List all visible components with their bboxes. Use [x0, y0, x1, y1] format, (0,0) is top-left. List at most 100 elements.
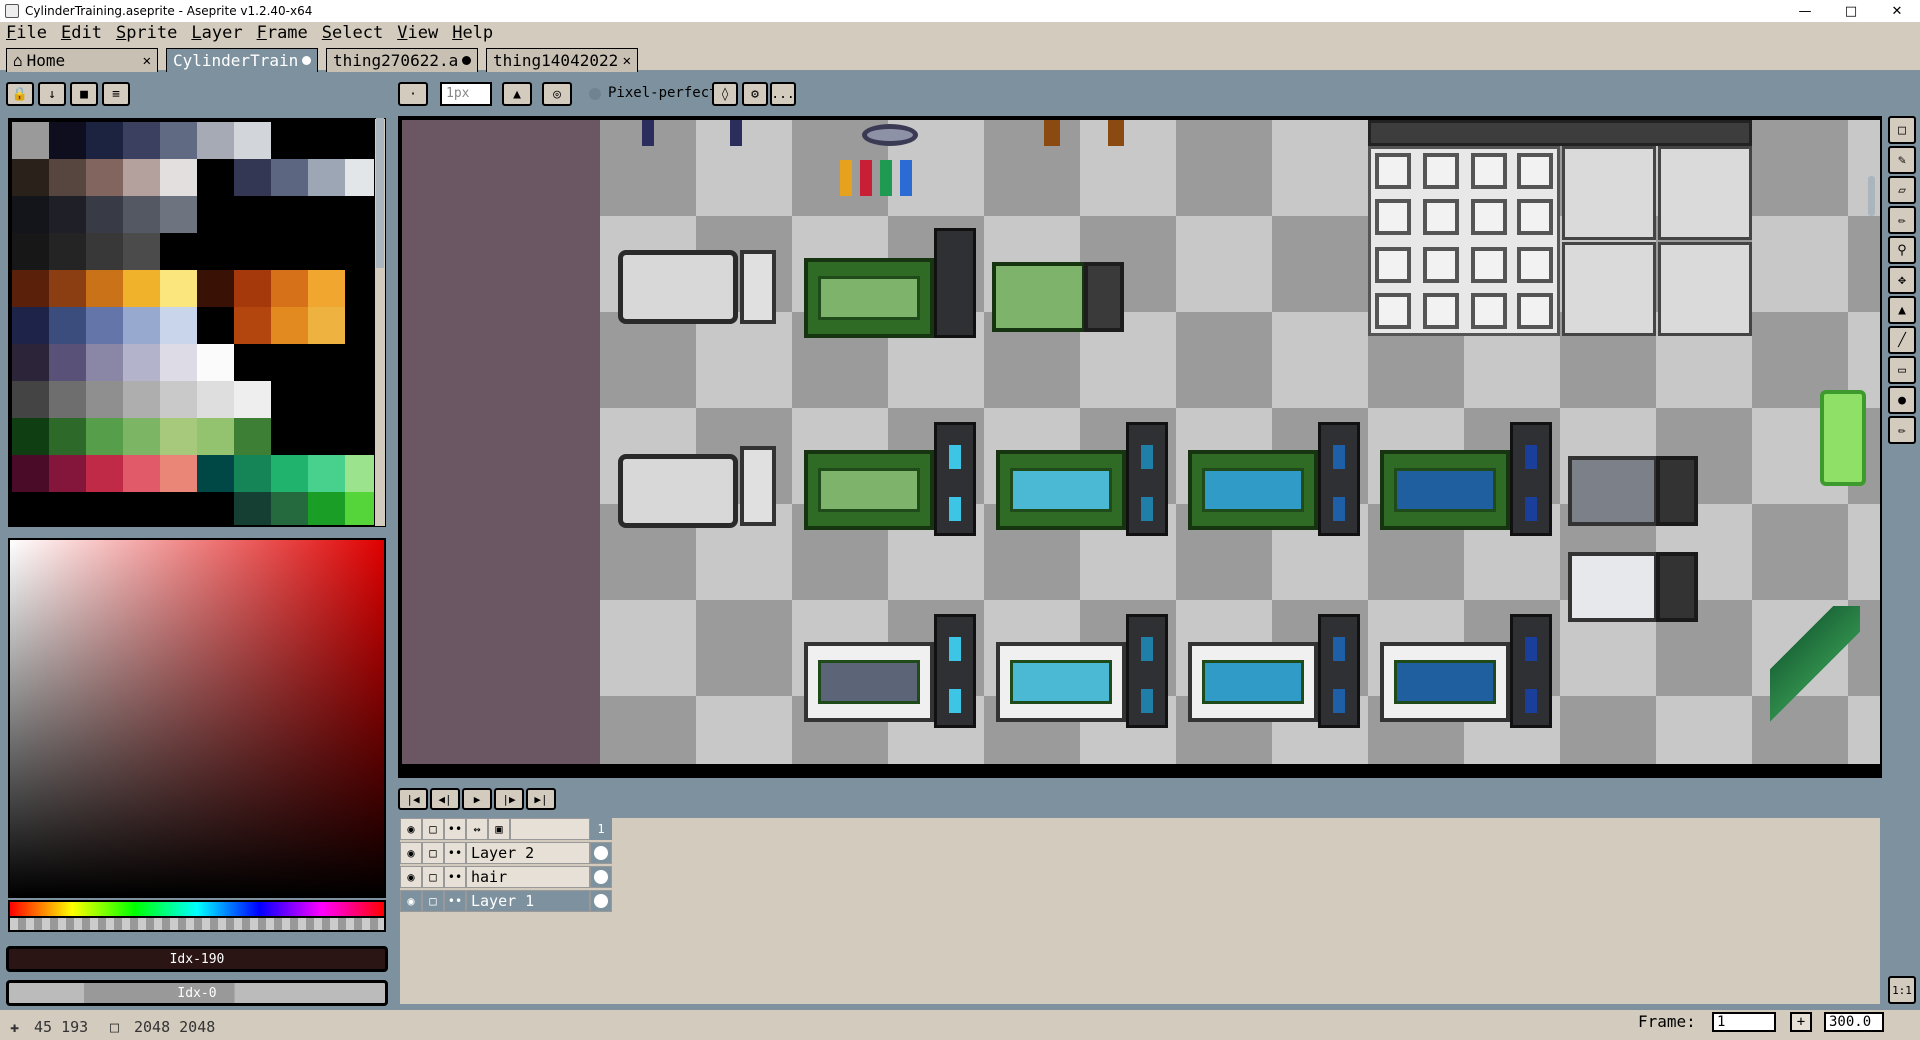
palette-swatch[interactable]: [234, 418, 271, 455]
minimize-button[interactable]: —: [1782, 0, 1828, 22]
padlock-icon[interactable]: □: [422, 866, 444, 888]
one-to-one-icon[interactable]: 1:1: [1888, 976, 1916, 1004]
palette-swatch[interactable]: [197, 455, 234, 492]
palette-swatch[interactable]: [12, 159, 49, 196]
palette-swatch[interactable]: [86, 344, 123, 381]
palette-swatch[interactable]: [197, 270, 234, 307]
menu-layer[interactable]: Layer: [191, 23, 242, 43]
fill-icon[interactable]: ▲: [1888, 296, 1916, 324]
palette-swatch[interactable]: [12, 270, 49, 307]
palette-swatch[interactable]: [160, 381, 197, 418]
palette-swatch[interactable]: [234, 270, 271, 307]
eye-icon[interactable]: ◉: [400, 890, 422, 912]
line-icon[interactable]: ╱: [1888, 326, 1916, 354]
palette-swatch[interactable]: [271, 233, 308, 270]
rectangle-icon[interactable]: ▭: [1888, 356, 1916, 384]
lock-icon[interactable]: 🔒: [6, 82, 34, 106]
menu-view[interactable]: View: [397, 23, 438, 43]
layer-cel[interactable]: [590, 842, 612, 864]
palette-swatch[interactable]: [271, 418, 308, 455]
palette-swatch[interactable]: [160, 344, 197, 381]
pencil-icon[interactable]: ✎: [1888, 146, 1916, 174]
palette-swatch[interactable]: [271, 307, 308, 344]
palette-swatch[interactable]: [197, 344, 234, 381]
layer-row[interactable]: ◉ □ •• Layer 2: [400, 842, 622, 864]
palette-swatch[interactable]: [234, 344, 271, 381]
palette-swatch[interactable]: [160, 196, 197, 233]
link-icon[interactable]: ↭: [466, 818, 488, 840]
frame-input[interactable]: 1: [1712, 1012, 1776, 1032]
palette-swatch[interactable]: [123, 418, 160, 455]
layer-name[interactable]: Layer 2: [466, 842, 590, 864]
play-icon[interactable]: ▶: [462, 788, 492, 810]
onion-skin-icon[interactable]: ••: [444, 818, 466, 840]
onion-skin-icon[interactable]: ••: [444, 866, 466, 888]
zoom-input[interactable]: 300.0: [1824, 1012, 1884, 1032]
layer-name[interactable]: hair: [466, 866, 590, 888]
close-icon[interactable]: ✕: [623, 53, 631, 69]
palette-swatch[interactable]: [12, 344, 49, 381]
palette-swatch[interactable]: [271, 122, 308, 159]
maximize-button[interactable]: □: [1828, 0, 1874, 22]
tab-cylinder-training[interactable]: CylinderTrainin: [166, 48, 318, 72]
previous-frame-icon[interactable]: ◀|: [430, 788, 460, 810]
palette-swatch[interactable]: [308, 307, 345, 344]
palette-swatch[interactable]: [197, 159, 234, 196]
palette-swatch[interactable]: [197, 307, 234, 344]
palette-swatch[interactable]: [271, 455, 308, 492]
tab-home[interactable]: ⌂ Home ✕: [6, 48, 158, 72]
palette-swatch[interactable]: [12, 307, 49, 344]
cel-icon[interactable]: ▣: [488, 818, 510, 840]
palette-swatch[interactable]: [308, 455, 345, 492]
palette-swatch[interactable]: [49, 344, 86, 381]
palette-swatch[interactable]: [12, 455, 49, 492]
palette-swatch[interactable]: [234, 455, 271, 492]
eyedropper-icon[interactable]: ✏: [1888, 206, 1916, 234]
palette-swatch[interactable]: [234, 159, 271, 196]
zoom-icon[interactable]: ⚲: [1888, 236, 1916, 264]
palette-swatch[interactable]: [197, 418, 234, 455]
palette-swatch[interactable]: [86, 196, 123, 233]
opacity-icon[interactable]: ◎: [542, 82, 572, 106]
layer-row-selected[interactable]: ◉ □ •• Layer 1: [400, 890, 622, 912]
foreground-color-button[interactable]: Idx-190: [6, 946, 388, 972]
palette-swatch[interactable]: [197, 233, 234, 270]
frame-header[interactable]: 1: [590, 818, 612, 840]
eye-icon[interactable]: ◉: [400, 842, 422, 864]
palette-swatch[interactable]: [49, 270, 86, 307]
palette-swatch[interactable]: [49, 455, 86, 492]
pixel-perfect-checkbox[interactable]: [589, 88, 601, 100]
modified-dot-icon[interactable]: [302, 56, 311, 65]
next-frame-icon[interactable]: |▶: [494, 788, 524, 810]
palette-swatch[interactable]: [86, 418, 123, 455]
palette-swatch[interactable]: [271, 159, 308, 196]
onion-skin-icon[interactable]: ••: [444, 842, 466, 864]
palette-swatch[interactable]: [234, 122, 271, 159]
layer-cel[interactable]: [590, 866, 612, 888]
menu-file[interactable]: File: [6, 23, 47, 43]
menu-sprite[interactable]: Sprite: [116, 23, 177, 43]
palette-swatch[interactable]: [12, 381, 49, 418]
menu-frame[interactable]: Frame: [257, 23, 308, 43]
palette-swatch[interactable]: [49, 418, 86, 455]
palette-swatch[interactable]: [123, 122, 160, 159]
palette-swatch[interactable]: [86, 307, 123, 344]
palette-swatch[interactable]: [308, 196, 345, 233]
more-button[interactable]: ...: [770, 82, 796, 106]
palette-swatch[interactable]: [160, 307, 197, 344]
presets-icon[interactable]: ■: [70, 82, 98, 106]
palette-swatch[interactable]: [12, 492, 49, 525]
palette-swatch[interactable]: [160, 122, 197, 159]
palette-swatch[interactable]: [197, 381, 234, 418]
tab-thing14042022[interactable]: thing14042022.a ✕: [486, 48, 638, 72]
eye-icon[interactable]: ◉: [400, 866, 422, 888]
vertical-scrollbar[interactable]: [1868, 176, 1875, 216]
palette-swatch[interactable]: [234, 196, 271, 233]
palette-swatch[interactable]: [86, 233, 123, 270]
palette-swatch[interactable]: [123, 455, 160, 492]
eye-icon[interactable]: ◉: [400, 818, 422, 840]
palette-swatch[interactable]: [271, 492, 308, 525]
alpha-slider[interactable]: [8, 918, 386, 932]
palette-swatch[interactable]: [160, 159, 197, 196]
palette-swatch[interactable]: [308, 233, 345, 270]
